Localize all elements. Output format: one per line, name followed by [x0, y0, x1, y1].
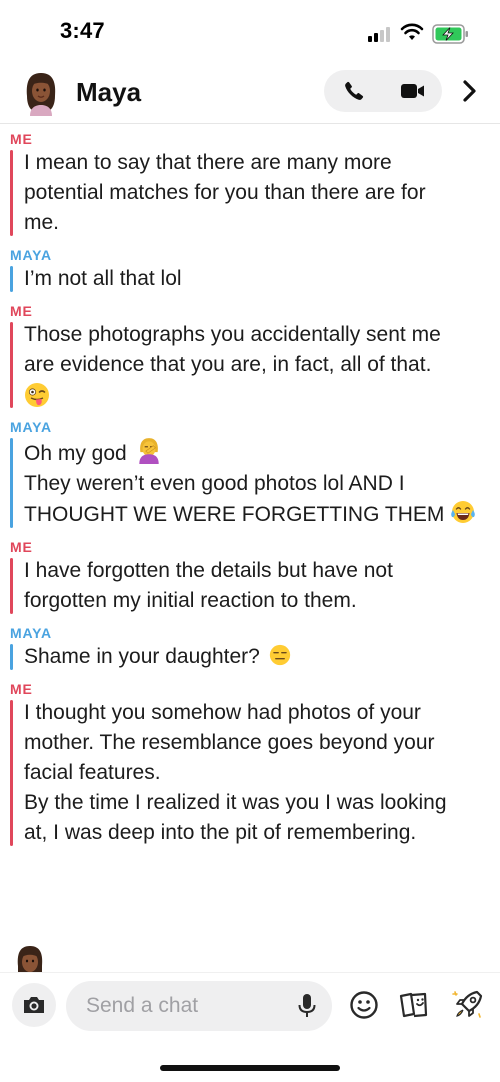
- avatar[interactable]: [18, 70, 64, 116]
- cellular-signal-icon: [368, 26, 394, 42]
- status-bar: 3:47: [0, 0, 500, 64]
- message-text: at, I was deep into the pit of rememberi…: [24, 821, 417, 844]
- chevron-right-button[interactable]: [455, 74, 485, 108]
- message-group: ME Those photographs you accidentally se…: [10, 298, 500, 410]
- message-bubble[interactable]: I mean to say that there are many more p…: [10, 148, 500, 238]
- message-text: Shame in your daughter?: [24, 642, 500, 672]
- sticker-cards-icon: [399, 992, 428, 1018]
- message-bubble[interactable]: I’m not all that lol: [10, 264, 500, 294]
- battery-charging-icon: [432, 24, 468, 44]
- voice-call-button[interactable]: [324, 70, 383, 112]
- message-group: ME I have forgotten the details but have…: [10, 534, 500, 616]
- message-group: ME I thought you somehow had photos of y…: [10, 676, 500, 848]
- chat-input[interactable]: [86, 981, 286, 1031]
- message-text-span: Oh my god: [24, 442, 127, 465]
- sender-label: ME: [10, 681, 33, 697]
- message-text-span: Shame in your daughter?: [24, 645, 260, 668]
- smiley-icon: [350, 991, 378, 1019]
- message-bubble[interactable]: Those photographs you accidentally sent …: [10, 320, 500, 410]
- message-text: Oh my god: [24, 436, 500, 469]
- chat-bar: [0, 972, 500, 1038]
- video-camera-icon: [400, 84, 424, 98]
- contact-name[interactable]: Maya: [76, 77, 141, 108]
- typing-avatar: [17, 946, 43, 972]
- camera-icon: [24, 997, 44, 1013]
- sender-label: MAYA: [10, 419, 52, 435]
- message-group: MAYA Oh my god They weren’t even good ph…: [10, 414, 500, 530]
- message-text: They weren’t even good photos lol AND I: [24, 472, 405, 495]
- message-text-span: THOUGHT WE WERE FORGETTING THEM: [24, 503, 445, 526]
- message-text: forgotten my initial reaction to them.: [24, 589, 357, 612]
- message-group: MAYA I’m not all that lol: [10, 242, 500, 294]
- chevron-right-icon: [463, 80, 476, 102]
- message-text: I thought you somehow had photos of your: [24, 701, 421, 724]
- message-bubble[interactable]: Oh my god They weren’t even good photos …: [10, 436, 500, 530]
- winking-tongue-face-emoji-icon: [25, 383, 49, 407]
- video-call-button[interactable]: [383, 70, 442, 112]
- sender-label: MAYA: [10, 247, 52, 263]
- message-bubble[interactable]: I have forgotten the details but have no…: [10, 556, 500, 616]
- stickers-button[interactable]: [396, 987, 432, 1023]
- message-text: I have forgotten the details but have no…: [24, 559, 393, 582]
- emoji-button[interactable]: [346, 987, 382, 1023]
- games-rocket-button[interactable]: [450, 987, 486, 1023]
- sender-label: ME: [10, 131, 33, 147]
- phone-icon: [344, 81, 363, 100]
- wifi-icon: [400, 23, 424, 40]
- sender-label: MAYA: [10, 625, 52, 641]
- message-text: THOUGHT WE WERE FORGETTING THEM: [24, 499, 500, 530]
- call-controls: [324, 70, 442, 112]
- woman-facepalming-emoji-icon: [139, 438, 159, 464]
- message-text: By the time I realized it was you I was …: [24, 791, 447, 814]
- chat-header: Maya: [0, 64, 500, 124]
- message-text: I mean to say that there are many more: [24, 151, 392, 174]
- microphone-icon[interactable]: [296, 993, 318, 1019]
- camera-button[interactable]: [12, 983, 56, 1027]
- home-indicator: [160, 1065, 340, 1071]
- chat-input-container: [66, 981, 332, 1031]
- message-text: facial features.: [24, 761, 161, 784]
- message-text: are evidence that you are, in fact, all …: [24, 353, 432, 376]
- message-group: ME I mean to say that there are many mor…: [10, 126, 500, 238]
- status-time: 3:47: [60, 18, 105, 43]
- emoji-line: [24, 380, 500, 410]
- message-text: Those photographs you accidentally sent …: [24, 323, 441, 346]
- tears-of-joy-emoji-icon: [451, 501, 476, 523]
- message-text: me.: [24, 211, 60, 234]
- message-text: I’m not all that lol: [24, 267, 182, 290]
- message-list[interactable]: ME I mean to say that there are many mor…: [0, 126, 500, 950]
- message-text: potential matches for you than there are…: [24, 181, 426, 204]
- sender-label: ME: [10, 303, 33, 319]
- rocket-icon: [452, 990, 483, 1018]
- message-text: mother. The resemblance goes beyond your: [24, 731, 435, 754]
- message-bubble[interactable]: I thought you somehow had photos of your…: [10, 698, 500, 848]
- message-bubble[interactable]: Shame in your daughter?: [10, 642, 500, 672]
- expressionless-face-emoji-icon: [269, 644, 290, 666]
- message-group: MAYA Shame in your daughter?: [10, 620, 500, 672]
- sender-label: ME: [10, 539, 33, 555]
